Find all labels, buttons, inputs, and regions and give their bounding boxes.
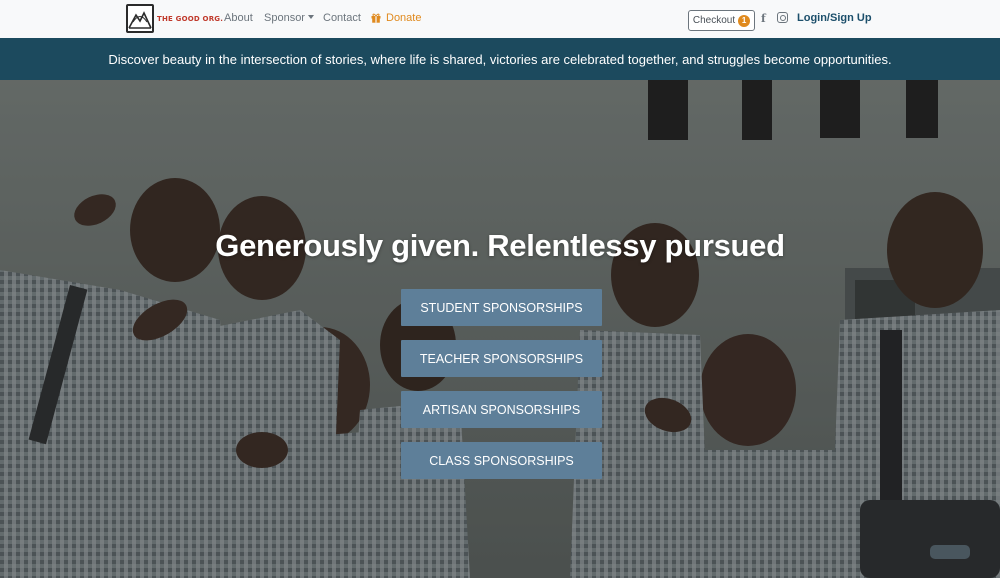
hero-dark-overlay — [0, 80, 1000, 578]
nav-donate-label: Donate — [386, 12, 422, 24]
artisan-sponsorships-button[interactable]: ARTISAN SPONSORSHIPS — [401, 391, 602, 428]
checkout-button[interactable]: Checkout 1 — [688, 10, 755, 31]
nav-sponsor-dropdown[interactable]: Sponsor — [264, 12, 314, 24]
top-navbar: THE GOOD ORG. About Sponsor Contact Dona… — [0, 0, 1000, 38]
tagline-text: Discover beauty in the intersection of s… — [108, 51, 892, 67]
logo-mark-icon — [126, 4, 154, 33]
nav-donate-link[interactable]: Donate — [371, 12, 421, 24]
nav-about-link[interactable]: About — [224, 12, 253, 24]
class-sponsorships-button[interactable]: CLASS SPONSORSHIPS — [401, 442, 602, 479]
gift-icon — [371, 13, 381, 23]
nav-contact-link[interactable]: Contact — [323, 12, 361, 24]
teacher-sponsorships-button[interactable]: TEACHER SPONSORSHIPS — [401, 340, 602, 377]
login-signup-link[interactable]: Login/Sign Up — [797, 12, 872, 24]
logo-text: THE GOOD ORG. — [157, 14, 224, 23]
nav-sponsor-label: Sponsor — [264, 12, 305, 24]
tagline-banner: Discover beauty in the intersection of s… — [0, 38, 1000, 80]
instagram-icon[interactable] — [777, 12, 788, 23]
cart-count-badge: 1 — [738, 14, 751, 27]
hero-title: Generously given. Relentlessy pursued — [215, 228, 785, 263]
student-sponsorships-button[interactable]: STUDENT SPONSORSHIPS — [401, 289, 602, 326]
chevron-down-icon — [307, 15, 314, 19]
site-logo[interactable]: THE GOOD ORG. — [126, 3, 223, 34]
facebook-icon[interactable]: f — [761, 12, 766, 25]
checkout-label: Checkout — [692, 15, 736, 26]
hero-section: Generously given. Relentlessy pursued ST… — [0, 80, 1000, 578]
